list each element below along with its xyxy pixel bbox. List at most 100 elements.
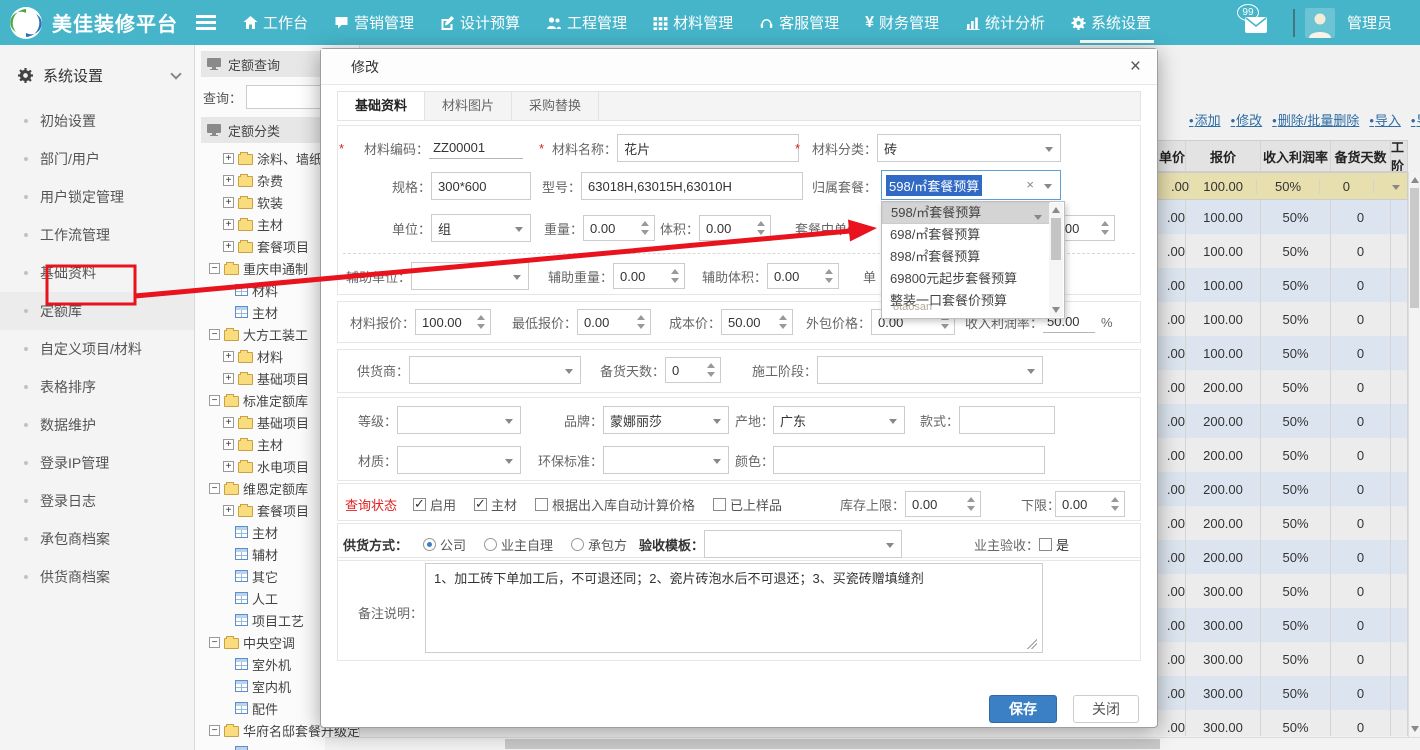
eco-select[interactable] (603, 446, 729, 474)
remark-textarea[interactable]: 1、加工砖下单加工后，不可退还同；2、瓷片砖泡水后不可退还；3、买瓷砖赠填缝剂 (425, 563, 1043, 653)
table-row-16[interactable]: .00300.0050%0 (1157, 710, 1408, 736)
table-row-13[interactable]: .00300.0050%0 (1157, 608, 1408, 642)
expander-icon[interactable]: + (223, 197, 234, 208)
expander-icon[interactable]: − (209, 395, 220, 406)
sidebar-item-10[interactable]: 登录日志 (0, 482, 194, 520)
sidebar-item-8[interactable]: 数据维护 (0, 406, 194, 444)
aux-unit-select[interactable] (411, 262, 529, 290)
quote-stepper[interactable]: 100.00 (415, 309, 491, 335)
model-input[interactable]: 63018H,63015H,63010H (581, 172, 803, 200)
expander-icon[interactable]: − (209, 637, 220, 648)
color-input[interactable] (773, 446, 1045, 474)
scroll-up-icon[interactable] (1411, 177, 1419, 183)
expander-icon[interactable]: − (209, 329, 220, 340)
expander-icon[interactable]: + (223, 153, 234, 164)
stock-upper-stepper[interactable]: 0.00 (905, 491, 981, 517)
checkbox-icon[interactable] (713, 498, 726, 511)
dropdown-option-1[interactable]: 698/㎡套餐预算 (882, 224, 1050, 246)
sidebar-item-7[interactable]: 表格排序 (0, 368, 194, 406)
table-row-5[interactable]: .00100.0050%0 (1157, 336, 1408, 370)
table-row-8[interactable]: .00200.0050%0 (1157, 438, 1408, 472)
clear-icon[interactable]: × (1026, 177, 1034, 192)
code-input[interactable]: ZZ00001 (429, 137, 523, 159)
expander-icon[interactable]: + (223, 219, 234, 230)
sidebar-item-3[interactable]: 工作流管理 (0, 216, 194, 254)
unit-select[interactable]: 组 (431, 214, 531, 242)
checkbox-icon[interactable] (535, 498, 548, 511)
toolbar-link-2[interactable]: 删除/批量删除 (1272, 110, 1359, 134)
nav-item-5[interactable]: 客服管理 (746, 0, 852, 45)
nav-item-0[interactable]: 工作台 (230, 0, 321, 45)
table-row-7[interactable]: .00200.0050%0 (1157, 404, 1408, 438)
supplier-select[interactable] (409, 356, 581, 384)
volume-stepper[interactable]: 0.00 (699, 215, 771, 241)
sidebar-item-2[interactable]: 用户锁定管理 (0, 178, 194, 216)
cost-stepper[interactable]: 50.00 (721, 309, 793, 335)
dropdown-option-3[interactable]: 69800元起步套餐预算 (882, 268, 1050, 290)
table-row-10[interactable]: .00200.0050%0 (1157, 506, 1408, 540)
status-check-2[interactable]: 根据出入库自动计算价格 (535, 495, 695, 514)
nav-item-3[interactable]: 工程管理 (533, 0, 640, 45)
tab-2[interactable]: 采购替换 (512, 92, 599, 120)
chevron-down-icon[interactable] (1044, 184, 1052, 189)
tab-0[interactable]: 基础资料 (338, 92, 425, 120)
supply-radio-1[interactable]: 业主自理 (484, 535, 553, 554)
horizontal-scrollbar[interactable] (325, 737, 1420, 750)
tab-1[interactable]: 材料图片 (425, 92, 512, 120)
sidebar-item-6[interactable]: 自定义项目/材料 (0, 330, 194, 368)
sidebar-item-4[interactable]: 基础资料 (0, 254, 194, 292)
min-quote-stepper[interactable]: 0.00 (577, 309, 651, 335)
nav-item-7[interactable]: 统计分析 (952, 0, 1058, 45)
hamburger-menu-icon[interactable] (196, 12, 216, 33)
stock-lower-stepper[interactable]: 0.00 (1055, 491, 1125, 517)
toolbar-link-0[interactable]: 添加 (1189, 110, 1221, 134)
dropdown-option-0[interactable]: 598/㎡套餐预算 (882, 202, 1050, 224)
nav-item-6[interactable]: ¥财务管理 (852, 0, 952, 45)
sidebar-item-1[interactable]: 部门/用户 (0, 140, 194, 178)
aux-weight-stepper[interactable]: 0.00 (613, 263, 685, 289)
sidebar-item-9[interactable]: 登录IP管理 (0, 444, 194, 482)
save-button[interactable]: 保存 (989, 695, 1057, 723)
owner-accept-checkbox[interactable] (1039, 538, 1052, 551)
checkbox-icon[interactable] (474, 498, 487, 511)
sidebar-header[interactable]: 系统设置 (0, 45, 194, 102)
scroll-down-icon[interactable] (1411, 726, 1419, 732)
table-row-2[interactable]: .00100.0050%0 (1157, 234, 1408, 268)
nav-item-4[interactable]: 材料管理 (640, 0, 746, 45)
expander-icon[interactable]: − (209, 725, 220, 736)
sidebar-item-5[interactable]: 定额库 (0, 292, 194, 330)
expander-icon[interactable]: + (223, 175, 234, 186)
expander-icon[interactable]: + (223, 505, 234, 516)
scroll-thumb[interactable] (1410, 188, 1419, 308)
nav-item-1[interactable]: 营销管理 (321, 0, 427, 45)
table-row-11[interactable]: .00200.0050%0 (1157, 540, 1408, 574)
material-select[interactable] (397, 446, 521, 474)
toolbar-link-4[interactable]: 导出 (1411, 110, 1420, 134)
resize-handle[interactable] (1027, 639, 1037, 649)
toolbar-link-1[interactable]: 修改 (1231, 110, 1263, 134)
status-check-3[interactable]: 已上样品 (713, 495, 782, 514)
expander-icon[interactable]: + (223, 373, 234, 384)
spec-input[interactable]: 300*600 (431, 172, 531, 200)
expander-icon[interactable]: + (223, 241, 234, 252)
expander-icon[interactable]: − (209, 263, 220, 274)
radio-icon[interactable] (423, 538, 436, 551)
table-row-15[interactable]: .00300.0050%0 (1157, 676, 1408, 710)
category-select[interactable]: 砖 (877, 134, 1061, 162)
brand-select[interactable]: 蒙娜丽莎 (603, 406, 729, 434)
vertical-scrollbar[interactable] (1408, 172, 1420, 737)
package-select[interactable]: 598/㎡套餐预算 × (881, 170, 1061, 200)
nav-item-2[interactable]: 设计预算 (427, 0, 533, 45)
close-icon[interactable]: × (1130, 56, 1141, 78)
expander-icon[interactable]: + (223, 417, 234, 428)
name-input[interactable]: 花片 (617, 134, 799, 162)
scroll-down-icon[interactable] (1052, 307, 1060, 313)
toolbar-link-3[interactable]: 导入 (1369, 110, 1401, 134)
origin-select[interactable]: 广东 (773, 406, 905, 434)
grade-select[interactable] (397, 406, 521, 434)
expander-icon[interactable]: + (223, 351, 234, 362)
messages-button[interactable]: 99 (1237, 3, 1277, 43)
style-input[interactable] (959, 406, 1055, 434)
expander-icon[interactable]: + (223, 439, 234, 450)
table-row-0[interactable]: .00100.0050%0 (1157, 172, 1408, 200)
